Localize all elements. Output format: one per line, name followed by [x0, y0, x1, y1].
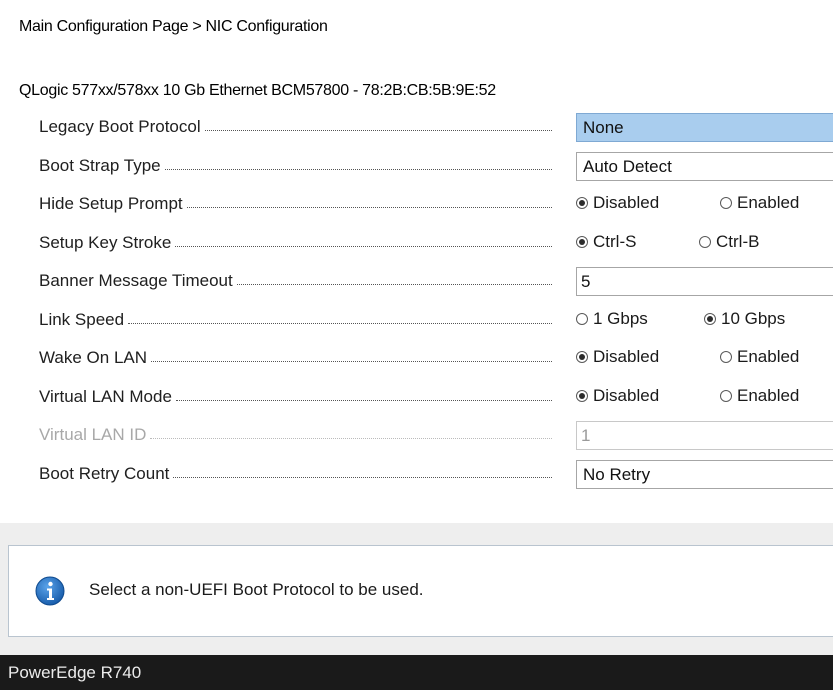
radio-selected-icon: [576, 236, 588, 248]
row-hide-setup-prompt: Hide Setup Prompt Disabled Enabled: [0, 188, 833, 220]
legacy-boot-protocol-dropdown[interactable]: None: [576, 113, 833, 142]
setup-key-stroke-ctrl-b-radio[interactable]: Ctrl-B: [699, 232, 759, 252]
radio-unselected-icon: [720, 351, 732, 363]
hide-setup-prompt-disabled-radio[interactable]: Disabled: [576, 193, 659, 213]
virtual-lan-id-label: Virtual LAN ID: [39, 425, 552, 445]
hide-setup-prompt-enabled-radio[interactable]: Enabled: [720, 193, 799, 213]
row-setup-key-stroke: Setup Key Stroke Ctrl-S Ctrl-B: [0, 227, 833, 259]
wake-on-lan-enabled-radio[interactable]: Enabled: [720, 347, 799, 367]
radio-unselected-icon: [576, 313, 588, 325]
row-boot-retry-count: Boot Retry Count No Retry: [0, 458, 833, 490]
radio-selected-icon: [576, 351, 588, 363]
row-link-speed: Link Speed 1 Gbps 10 Gbps: [0, 304, 833, 336]
link-speed-label: Link Speed: [39, 310, 552, 330]
radio-unselected-icon: [699, 236, 711, 248]
hide-setup-prompt-label: Hide Setup Prompt: [39, 194, 552, 214]
virtual-lan-id-input: 1: [576, 421, 833, 450]
radio-selected-icon: [576, 197, 588, 209]
wake-on-lan-label: Wake On LAN: [39, 348, 552, 368]
row-virtual-lan-id: Virtual LAN ID 1: [0, 419, 833, 451]
virtual-lan-mode-label: Virtual LAN Mode: [39, 387, 552, 407]
setup-key-stroke-ctrl-s-radio[interactable]: Ctrl-S: [576, 232, 636, 252]
legacy-boot-protocol-label: Legacy Boot Protocol: [39, 117, 552, 137]
banner-message-timeout-input[interactable]: 5: [576, 267, 833, 296]
link-speed-1gbps-radio[interactable]: 1 Gbps: [576, 309, 648, 329]
virtual-lan-mode-enabled-radio[interactable]: Enabled: [720, 386, 799, 406]
virtual-lan-mode-disabled-radio[interactable]: Disabled: [576, 386, 659, 406]
main-panel: Main Configuration Page > NIC Configurat…: [0, 0, 833, 523]
row-boot-strap-type: Boot Strap Type Auto Detect: [0, 150, 833, 182]
info-icon: [35, 576, 65, 606]
boot-retry-count-label: Boot Retry Count: [39, 464, 552, 484]
wake-on-lan-disabled-radio[interactable]: Disabled: [576, 347, 659, 367]
link-speed-10gbps-radio[interactable]: 10 Gbps: [704, 309, 785, 329]
row-legacy-boot-protocol: Legacy Boot Protocol None: [0, 111, 833, 143]
boot-strap-type-dropdown[interactable]: Auto Detect: [576, 152, 833, 181]
radio-selected-icon: [704, 313, 716, 325]
footer-bar: PowerEdge R740: [0, 655, 833, 690]
help-box: Select a non-UEFI Boot Protocol to be us…: [8, 545, 833, 637]
row-wake-on-lan: Wake On LAN Disabled Enabled: [0, 342, 833, 374]
boot-retry-count-dropdown[interactable]: No Retry: [576, 460, 833, 489]
radio-unselected-icon: [720, 197, 732, 209]
radio-unselected-icon: [720, 390, 732, 402]
device-title: QLogic 577xx/578xx 10 Gb Ethernet BCM578…: [19, 82, 496, 99]
system-model: PowerEdge R740: [8, 663, 142, 682]
help-text: Select a non-UEFI Boot Protocol to be us…: [89, 580, 424, 599]
breadcrumb: Main Configuration Page > NIC Configurat…: [19, 18, 328, 35]
row-virtual-lan-mode: Virtual LAN Mode Disabled Enabled: [0, 381, 833, 413]
banner-message-timeout-label: Banner Message Timeout: [39, 271, 552, 291]
boot-strap-type-label: Boot Strap Type: [39, 156, 552, 176]
setup-key-stroke-label: Setup Key Stroke: [39, 233, 552, 253]
row-banner-message-timeout: Banner Message Timeout 5: [0, 265, 833, 297]
radio-selected-icon: [576, 390, 588, 402]
